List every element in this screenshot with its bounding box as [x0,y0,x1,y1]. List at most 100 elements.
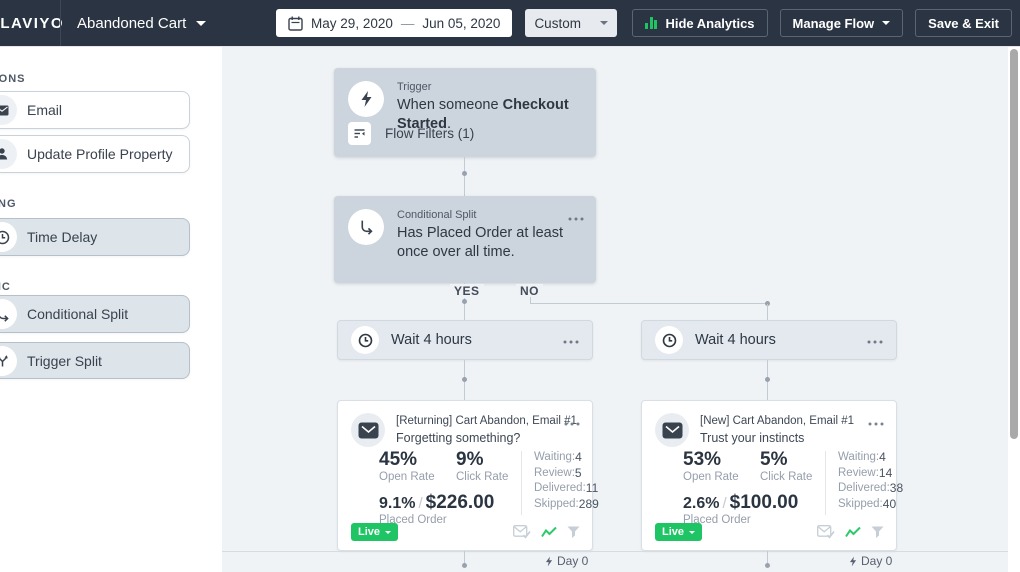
hide-analytics-label: Hide Analytics [665,16,754,31]
funnel-icon[interactable] [567,526,580,539]
date-start: May 29, 2020 [311,16,393,31]
sidebar-item-trigger-split[interactable]: Trigger Split [0,342,190,379]
lightning-icon [849,556,857,567]
click-rate-label: Click Rate [456,471,508,483]
day-marker-left: Day 0 [545,554,588,568]
connector-dot [462,171,467,176]
branch-label-no: NO [516,284,543,298]
range-preset-select[interactable]: Custom [525,9,617,37]
split-text: Has Placed Order at least once over all … [397,224,582,262]
funnel-icon[interactable] [871,526,884,539]
zigzag-icon[interactable] [541,526,557,538]
sidebar-section-timing: TIMING [0,198,17,210]
review-count: 5 [575,466,582,482]
open-rate-label: Open Rate [683,471,760,483]
flow-filters-button[interactable]: Flow Filters (1) [348,122,474,145]
connector-line [464,157,465,196]
mail-check-icon[interactable] [817,525,835,539]
email-node-new[interactable]: [New] Cart Abandon, Email #1 Trust your … [641,400,897,551]
menu-dots-icon[interactable] [568,208,584,226]
menu-dots-icon[interactable] [867,331,883,349]
sidebar-item-label: Update Profile Property [27,146,173,162]
sidebar-item-email[interactable]: Email [0,91,190,129]
click-rate-label: Click Rate [760,471,812,483]
calendar-icon [288,16,303,31]
envelope-icon [662,422,683,439]
waiting-count: 4 [879,450,886,466]
manage-flow-button[interactable]: Manage Flow [780,9,904,37]
date-range-picker[interactable]: May 29, 2020 — Jun 05, 2020 [276,9,512,37]
clock-icon [0,230,10,245]
status-badge-live[interactable]: Live [655,523,702,541]
filter-lines-icon [353,127,366,140]
flow-canvas[interactable]: Trigger When someone Checkout Started. F… [222,47,1020,572]
date-end: Jun 05, 2020 [422,16,500,31]
topbar-divider [60,0,61,46]
menu-dots-icon[interactable] [868,413,884,431]
scrollbar-track[interactable] [1008,47,1020,572]
conditional-split-node[interactable]: Conditional Split Has Placed Order at le… [334,196,596,283]
placed-order-value: $100.00 [730,492,799,513]
hide-analytics-button[interactable]: Hide Analytics [632,9,767,37]
chevron-down-icon [882,21,890,25]
branch-icon [0,307,10,322]
connector-dot [765,563,770,568]
node-kind-label: Conditional Split [397,209,582,221]
sidebar-section-logic: LOGIC [0,281,11,293]
email-subject: Forgetting something? [396,431,577,445]
analytics-bars-icon [645,17,657,29]
zigzag-icon[interactable] [845,526,861,538]
status-badge-live[interactable]: Live [351,523,398,541]
wait-node-no[interactable]: Wait 4 hours [641,320,897,360]
stats-divider [521,451,522,515]
review-count: 14 [879,466,892,482]
skipped-count: 289 [579,497,599,513]
envelope-icon [358,422,379,439]
save-exit-button[interactable]: Save & Exit [915,9,1012,37]
sidebar-item-label: Conditional Split [27,306,128,322]
trigger-node[interactable]: Trigger When someone Checkout Started. F… [334,68,596,157]
sidebar-item-update-profile-property[interactable]: Update Profile Property [0,135,190,173]
range-preset-value: Custom [534,16,581,31]
chevron-down-icon [689,531,695,534]
manage-flow-label: Manage Flow [793,16,875,31]
flow-name-dropdown[interactable]: Abandoned Cart [77,15,206,32]
branch-label-yes: YES [450,284,484,298]
klaviyo-logo: KLAVIYO [0,15,60,32]
sidebar-section-actions: ACTIONS [0,73,26,85]
clock-icon [662,333,677,348]
waiting-count: 4 [575,450,582,466]
sidebar-item-label: Trigger Split [27,353,102,369]
person-icon [0,147,9,161]
scrollbar-thumb[interactable] [1010,49,1018,439]
wait-node-yes[interactable]: Wait 4 hours [337,320,593,360]
branch-icon [358,219,374,235]
wait-label: Wait 4 hours [695,332,776,348]
sidebar-item-time-delay[interactable]: Time Delay [0,218,190,256]
email-node-returning[interactable]: [Returning] Cart Abandon, Email #1 Forge… [337,400,593,551]
day-marker-right: Day 0 [849,554,892,568]
click-rate-value: 9% [456,449,508,470]
topbar: KLAVIYO Abandoned Cart May 29, 2020 — Ju… [0,0,1020,47]
click-rate-value: 5% [760,449,812,470]
connector-dot [462,299,467,304]
email-icon [0,105,9,116]
menu-dots-icon[interactable] [564,413,580,431]
sidebar-item-conditional-split[interactable]: Conditional Split [0,295,190,333]
save-exit-label: Save & Exit [928,16,999,31]
connector-dot [462,563,467,568]
open-rate-label: Open Rate [379,471,456,483]
clock-icon [358,333,373,348]
placed-order-rate: 2.6% [683,495,719,512]
email-title: [Returning] Cart Abandon, Email #1 [396,415,577,427]
delivered-count: 11 [586,481,598,497]
lightning-icon [545,556,553,567]
menu-dots-icon[interactable] [563,331,579,349]
mail-check-icon[interactable] [513,525,531,539]
sidebar-item-label: Email [27,102,62,118]
email-title: [New] Cart Abandon, Email #1 [700,415,854,427]
chevron-down-icon [600,21,608,25]
placed-order-value: $226.00 [426,492,495,513]
connector-dot [462,377,467,382]
open-rate-value: 45% [379,449,456,470]
